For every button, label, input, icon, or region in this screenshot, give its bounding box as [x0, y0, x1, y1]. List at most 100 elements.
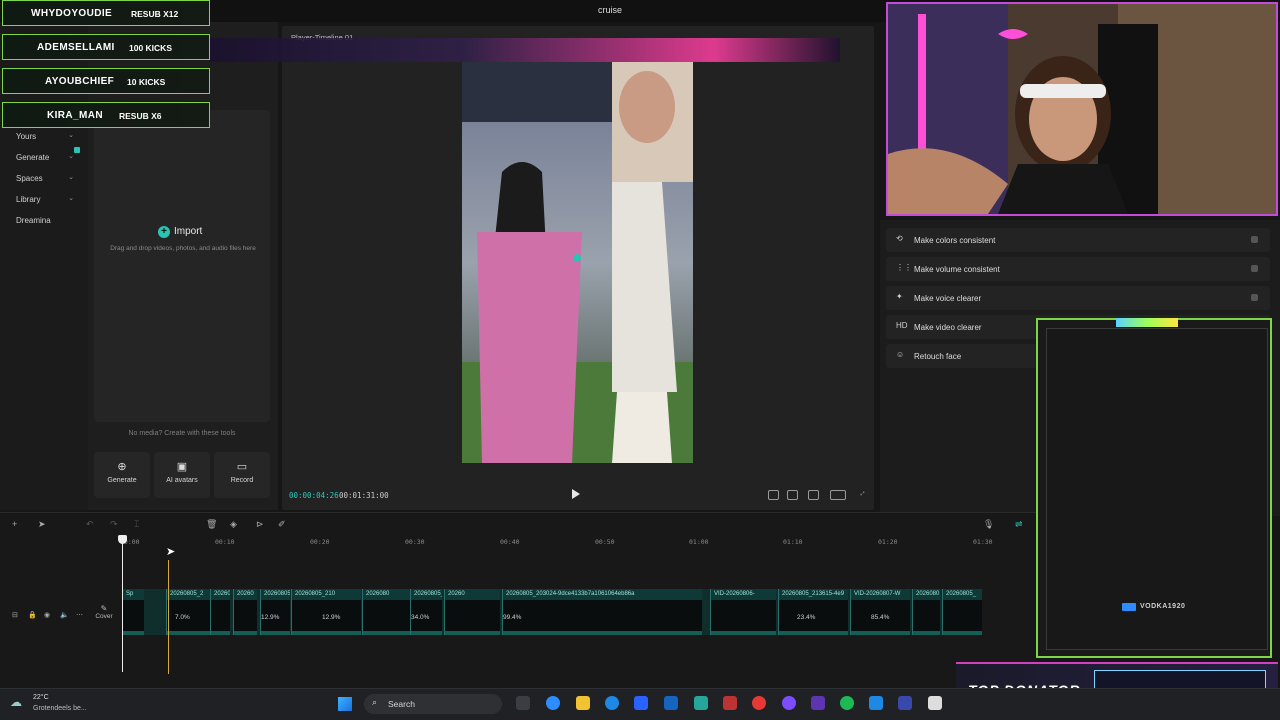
import-button[interactable]: + Import: [158, 226, 202, 238]
cover-button[interactable]: ✎ Cover: [92, 604, 116, 628]
split-icon[interactable]: ⌶: [134, 519, 139, 530]
tick-label: 01:30: [973, 538, 993, 546]
spotify-icon[interactable]: [840, 696, 854, 710]
chevron-down-icon: ⌄: [68, 132, 74, 139]
tick-label: 01:00: [689, 538, 709, 546]
donor-name: ADEMSELLAMI: [37, 42, 115, 53]
clip-thumbnail: [943, 600, 982, 635]
sparkle-icon: ✦: [896, 292, 903, 301]
undo-icon[interactable]: ↶: [86, 519, 94, 530]
ratio-icon[interactable]: [830, 490, 846, 500]
make-volume-consistent-item[interactable]: ⋮⋮ Make volume consistent: [886, 257, 1270, 281]
lock-icon[interactable]: 🔒: [28, 611, 37, 619]
play-icon[interactable]: [572, 489, 580, 499]
ai-avatars-tool-button[interactable]: ▣ AI avatars: [154, 452, 210, 498]
timeline-clip[interactable]: 20260805_210 12.9%: [291, 589, 361, 635]
timeline-clip[interactable]: VID-20260806-: [710, 589, 776, 635]
timeline-clip[interactable]: 20260805_2 7.0%: [166, 589, 210, 635]
media-dropzone[interactable]: [94, 110, 270, 422]
sidebar-item-yours[interactable]: Yours ⌄: [8, 128, 80, 146]
freeze-icon[interactable]: ⊳: [256, 519, 264, 530]
quality-icon[interactable]: [787, 490, 798, 500]
app-icon[interactable]: [694, 696, 708, 710]
fullscreen-icon[interactable]: ⤢: [857, 490, 868, 500]
timeline-clip[interactable]: 20260805_210503-5 12.9%: [260, 589, 290, 635]
clip-speed: 12.9%: [322, 614, 341, 621]
eye-icon[interactable]: ◉: [44, 611, 50, 619]
snapshot-icon[interactable]: [808, 490, 819, 500]
audio-icon[interactable]: 🔈: [60, 611, 69, 619]
clip-speed: 7.0%: [175, 614, 190, 621]
weather-temp[interactable]: 22°C: [33, 694, 49, 701]
clip-name: 20260805_2029: [414, 591, 442, 597]
sidebar-item-generate[interactable]: Generate ⌄: [8, 147, 80, 167]
timeline-clip[interactable]: 20260: [210, 589, 230, 635]
link-icon[interactable]: ⇌: [1015, 519, 1023, 530]
clip-name: 20260805_203024-9dce4133b7a1061064eb86a: [506, 591, 635, 597]
timeline-clip[interactable]: 20260: [444, 589, 500, 635]
clip-speed: 23.4%: [797, 614, 816, 621]
track-options-icon[interactable]: ⊟: [12, 611, 18, 619]
left-nav: Yours ⌄ Generate ⌄ Spaces ⌄ Library ⌄ Dr…: [0, 22, 88, 510]
clip-name: VID-20260807-W: [854, 591, 901, 597]
sidebar-item-spaces[interactable]: Spaces ⌄: [8, 170, 80, 188]
select-tool-icon[interactable]: ➤: [38, 519, 46, 530]
redo-icon[interactable]: ↷: [110, 519, 118, 530]
clip-audio-band: [943, 631, 982, 635]
toggle[interactable]: [1251, 294, 1258, 301]
hd-icon: HD: [896, 321, 908, 330]
taskbar-search[interactable]: ⌕ Search: [364, 694, 502, 714]
record-tool-button[interactable]: ▭ Record: [214, 452, 270, 498]
teams-icon[interactable]: [811, 696, 825, 710]
timeline-clip[interactable]: 20260: [233, 589, 257, 635]
discord-icon[interactable]: [782, 696, 796, 710]
magic-icon[interactable]: ✐: [278, 519, 286, 530]
mic-icon[interactable]: 🎙: [983, 519, 994, 530]
weather-icon[interactable]: ☁: [10, 695, 22, 709]
import-label: Import: [174, 226, 203, 237]
start-icon[interactable]: [338, 697, 352, 711]
outlook-icon[interactable]: [664, 696, 678, 710]
timeline-clip[interactable]: VID-20260807-W 85.4%: [850, 589, 910, 635]
donor-row: WHYDOYOUDIE RESUB X12: [2, 0, 210, 26]
timeline-clip[interactable]: 2026080: [362, 589, 410, 635]
file-explorer-icon[interactable]: [576, 696, 590, 710]
weather-desc[interactable]: Grotendeels be...: [33, 705, 87, 712]
delete-icon[interactable]: 🗑: [206, 519, 217, 530]
timeline-clip[interactable]: 20260805_213615-4e9 23.4%: [778, 589, 848, 635]
make-voice-clearer-item[interactable]: ✦ Make voice clearer: [886, 286, 1270, 310]
video-preview[interactable]: [462, 62, 693, 463]
toggle[interactable]: [1251, 236, 1258, 243]
item-label: Retouch face: [914, 352, 962, 361]
opera-icon[interactable]: [752, 696, 766, 710]
clip-speed: 85.4%: [871, 614, 890, 621]
timeline-clip[interactable]: Sp: [122, 589, 144, 635]
generate-tool-button[interactable]: ⊕ Generate: [94, 452, 150, 498]
photos-icon[interactable]: [869, 696, 883, 710]
more-icon[interactable]: ⋯: [76, 611, 83, 619]
add-track-icon[interactable]: +: [12, 519, 17, 529]
shield-icon[interactable]: ◈: [230, 519, 237, 530]
playhead[interactable]: [122, 536, 123, 672]
kick-logo-icon: [1122, 603, 1136, 611]
playhead-handle[interactable]: [118, 535, 127, 544]
copilot-icon[interactable]: [546, 696, 560, 710]
clip-audio-band: [411, 631, 442, 635]
edge-icon[interactable]: [605, 696, 619, 710]
crop-icon[interactable]: [768, 490, 779, 500]
capcut-icon[interactable]: [723, 696, 737, 710]
toggle[interactable]: [1251, 265, 1258, 272]
timeline-clip[interactable]: 2026080: [912, 589, 940, 635]
sidebar-item-library[interactable]: Library ⌄: [8, 191, 80, 209]
clip-thumbnail: [363, 600, 410, 635]
task-view-icon[interactable]: [516, 696, 530, 710]
make-colors-consistent-item[interactable]: ⟲ Make colors consistent: [886, 228, 1270, 252]
app3-icon[interactable]: [928, 696, 942, 710]
new-badge-icon: [74, 147, 80, 153]
timeline-clip[interactable]: 20260805_203024-9dce4133b7a1061064eb86a 9…: [502, 589, 702, 635]
timeline-clip[interactable]: 20260805_2029 34.0%: [410, 589, 442, 635]
app2-icon[interactable]: [898, 696, 912, 710]
timeline-clip[interactable]: 20260805_: [942, 589, 982, 635]
store-icon[interactable]: [634, 696, 648, 710]
sidebar-item-dreamina[interactable]: Dreamina: [8, 212, 80, 230]
